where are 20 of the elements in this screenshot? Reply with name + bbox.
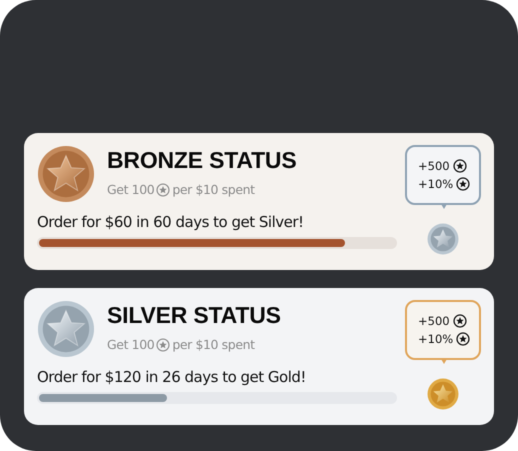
goal-text: Order for $120 in 26 days to get Gold!	[37, 368, 307, 386]
star-coin-icon	[456, 332, 470, 346]
rate-text: Get 100	[107, 337, 154, 352]
status-title: BRONZE STATUS	[107, 147, 296, 174]
star-coin-icon	[456, 177, 470, 191]
bonus-text: +10%	[418, 332, 454, 346]
status-title: SILVER STATUS	[107, 302, 281, 329]
goal-text: Order for $60 in 60 days to get Silver!	[37, 213, 305, 231]
bonus-text: +10%	[418, 177, 454, 191]
star-medal-icon	[37, 145, 95, 203]
star-coin-icon	[156, 338, 170, 352]
rate-text: Get 100	[107, 182, 154, 197]
star-coin-icon	[156, 182, 170, 196]
bonus-text: +500	[418, 314, 450, 328]
rate-text: per $10 spent	[172, 182, 255, 197]
rate-text: per $10 spent	[172, 337, 255, 352]
star-medal-icon	[37, 300, 95, 358]
star-coin-icon	[452, 314, 467, 328]
star-coin-icon	[452, 159, 467, 173]
bonus-text: +500	[418, 159, 450, 173]
